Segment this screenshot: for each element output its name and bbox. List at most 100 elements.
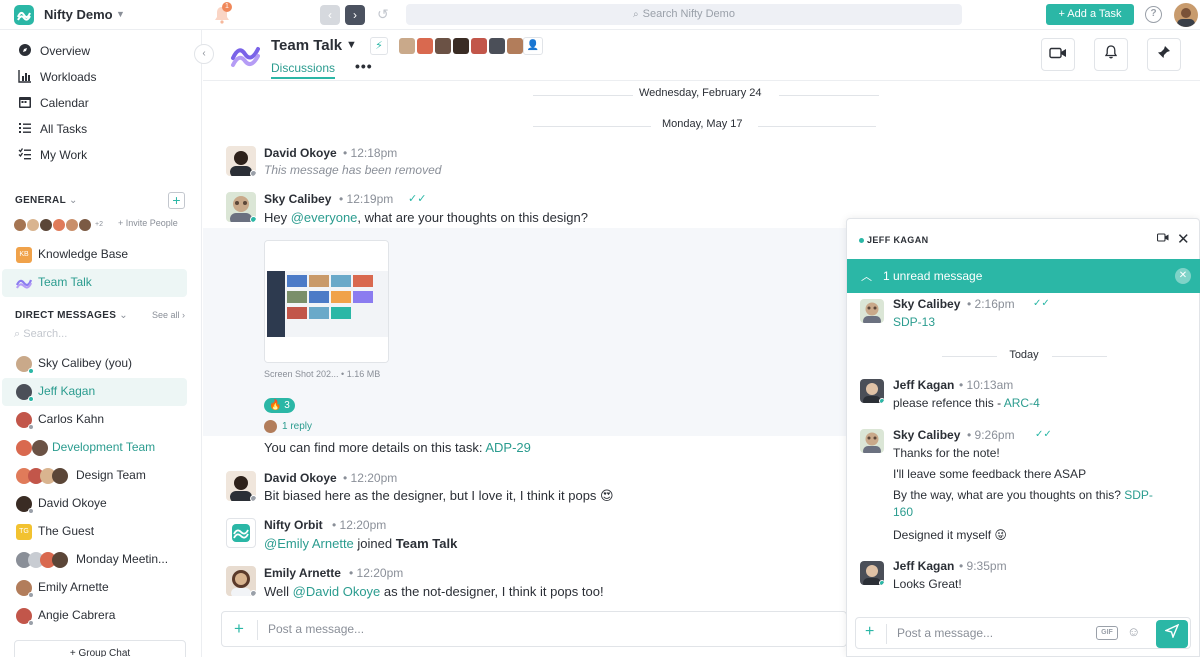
chevron-down-icon[interactable]: ▼ [346,39,357,51]
sidebar-item-calendar[interactable]: Calendar [18,94,89,112]
message-author[interactable]: Jeff Kagan [893,559,954,573]
see-all-link[interactable]: See all › [152,310,185,320]
task-link-continued[interactable]: 160 [893,505,913,519]
unread-banner[interactable]: ︿ 1 unread message ✕ [847,259,1200,293]
dm-the-guest[interactable]: TG The Guest [2,518,187,546]
task-link[interactable]: SDP- [1124,488,1153,502]
avatar[interactable] [226,146,256,176]
gif-icon[interactable]: GIF [1096,626,1118,640]
unread-count-text: 1 unread message [883,269,983,283]
popup-message-composer[interactable]: + Post a message... GIF ☺ [855,617,1191,649]
avatar[interactable] [860,561,884,585]
chevron-down-icon: ⌄ [69,195,78,206]
task-link[interactable]: SDP-13 [893,315,935,329]
dm-design-team[interactable]: Design Team [2,462,187,490]
avatar[interactable] [860,299,884,323]
general-members[interactable]: +2 [14,216,103,232]
dm-sky-calibey[interactable]: Sky Calibey (you) [2,350,187,378]
message-author[interactable]: Sky Calibey [264,192,331,206]
message-author[interactable]: Jeff Kagan [893,378,954,392]
send-button[interactable] [1156,620,1188,648]
message-author[interactable]: Nifty Orbit [264,518,323,532]
composer-placeholder: Post a message... [268,622,365,636]
bolt-icon[interactable]: ⚡ [370,37,388,55]
message-author[interactable]: Sky Calibey [893,428,960,442]
avatar [399,38,415,54]
text-segment: please refence this - [893,396,1004,410]
mention-link[interactable]: @Emily Arnette [264,536,354,551]
help-icon[interactable]: ? [1145,6,1162,23]
emoji-picker-icon[interactable]: ☺ [1127,624,1140,639]
message-author[interactable]: Sky Calibey [893,297,960,311]
sidebar-item-all-tasks[interactable]: All Tasks [18,120,87,138]
dm-label: Jeff Kagan [38,384,96,398]
dm-development-team[interactable]: Development Team [2,434,187,462]
attach-plus-icon[interactable]: + [865,623,874,641]
workspace-logo-icon[interactable] [14,5,34,25]
message-composer[interactable]: + Post a message... [221,611,847,647]
popup-title: JEFF KAGAN [867,235,929,245]
mention-link[interactable]: @everyone [291,210,358,225]
popup-header[interactable]: JEFF KAGAN ✕ [847,219,1200,259]
tab-discussions[interactable]: Discussions [271,61,336,79]
dm-monday-meeting[interactable]: Monday Meetin... [2,546,187,574]
avatar[interactable] [226,192,256,222]
task-link[interactable]: ARC-4 [1004,396,1040,410]
add-channel-button[interactable]: + [168,192,185,209]
chevron-up-icon[interactable]: ︿ [861,268,872,284]
task-link[interactable]: ADP-29 [485,440,531,455]
thread-reply-link[interactable]: 1 reply [264,420,312,434]
online-status-dot [28,368,34,374]
reply-count: 1 reply [282,421,313,433]
dm-emily-arnette[interactable]: Emily Arnette [2,574,187,602]
sidebar-item-overview[interactable]: Overview [18,42,90,60]
back-arrow-icon[interactable]: ‹ [320,5,340,25]
attach-plus-icon[interactable]: + [234,619,244,639]
image-attachment[interactable] [264,240,389,363]
dismiss-icon[interactable]: ✕ [1175,268,1191,284]
add-member-icon[interactable]: 👤 [523,37,543,55]
sidebar-item-my-work[interactable]: My Work [18,146,87,164]
message-author[interactable]: David Okoye [264,471,337,485]
avatar [66,218,78,231]
mention-link[interactable]: @David Okoye [293,584,381,599]
close-icon[interactable]: ✕ [1177,230,1190,248]
avatar[interactable] [226,566,256,596]
add-task-button[interactable]: + Add a Task [1046,4,1134,25]
group-chat-button[interactable]: + Group Chat [14,640,186,657]
dm-angie-cabrera[interactable]: Angie Cabrera [2,602,187,630]
global-search-input[interactable]: ⌕ Search Nifty Demo [406,4,962,25]
forward-arrow-icon[interactable]: › [345,5,365,25]
message-author[interactable]: Emily Arnette [264,566,341,580]
video-camera-icon[interactable] [1156,233,1169,245]
message-author[interactable]: David Okoye [264,146,337,160]
sidebar-item-workloads[interactable]: Workloads [18,68,96,86]
direct-messages-header[interactable]: DIRECT MESSAGES ⌄ [15,310,128,321]
avatar[interactable] [226,471,256,501]
dm-david-okoye[interactable]: David Okoye [2,490,187,518]
workspace-name[interactable]: Nifty Demo [44,7,113,22]
dm-carlos-kahn[interactable]: Carlos Kahn [2,406,187,434]
avatar [32,440,48,456]
invite-people-link[interactable]: + Invite People [118,218,178,228]
general-section-header[interactable]: GENERAL ⌄ [15,195,78,206]
avatar[interactable] [860,379,884,403]
channel-team-talk[interactable]: Team Talk [2,269,187,297]
history-icon[interactable]: ↺ [377,6,393,22]
dm-jeff-kagan[interactable]: Jeff Kagan [2,378,187,406]
pin-button[interactable] [1147,38,1181,71]
dm-search-input[interactable]: ⌕ Search... [14,328,67,341]
fire-reaction-badge[interactable]: 🔥 3 [264,398,295,413]
more-options-icon[interactable]: ••• [355,58,373,74]
nifty-orbit-avatar[interactable] [226,518,256,548]
channel-members[interactable] [399,38,525,56]
notifications-button[interactable] [1094,38,1128,71]
collapse-sidebar-chevron-left-icon[interactable]: ‹ [194,44,214,64]
video-call-button[interactable] [1041,38,1075,71]
avatar[interactable] [860,429,884,453]
chevron-down-icon[interactable]: ▼ [116,9,125,19]
online-status-dot [879,398,884,403]
user-avatar[interactable] [1174,3,1198,27]
online-status-dot [879,580,884,585]
channel-knowledge-base[interactable]: KB Knowledge Base [2,241,187,269]
